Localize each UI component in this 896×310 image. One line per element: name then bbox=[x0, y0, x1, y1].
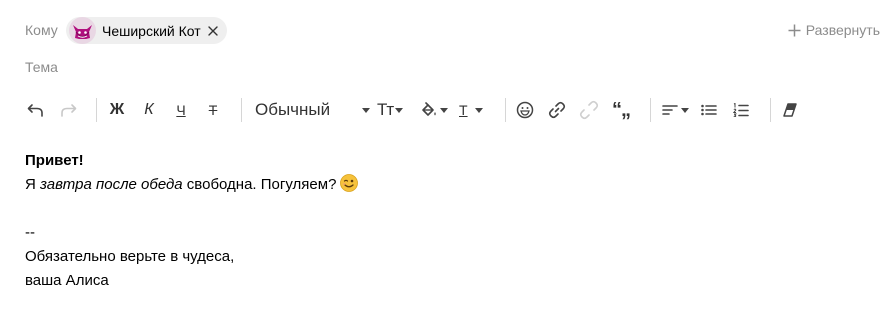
unlink-icon bbox=[579, 100, 599, 120]
paragraph-style-select[interactable]: Обычный bbox=[255, 98, 370, 122]
redo-button[interactable] bbox=[58, 98, 78, 122]
italic-button[interactable]: К bbox=[140, 98, 158, 122]
align-left-icon bbox=[662, 105, 678, 115]
empty-line bbox=[25, 197, 358, 221]
numbered-list-button[interactable] bbox=[732, 98, 750, 122]
text-color-label: Т bbox=[459, 102, 468, 118]
formatting-toolbar: Ж К Ч Т Обычный Тт Т “„ bbox=[0, 94, 896, 126]
redo-icon bbox=[61, 104, 77, 117]
insert-emoji-button[interactable] bbox=[515, 98, 535, 122]
recipient-name: Чеширский Кот bbox=[102, 22, 201, 39]
strikethrough-label: Т bbox=[208, 102, 218, 118]
to-label: Кому bbox=[25, 22, 58, 38]
body-line-suffix: свободна. Погуляем? bbox=[182, 176, 337, 193]
signature-separator: -- bbox=[25, 224, 35, 241]
bold-label: Ж bbox=[109, 101, 125, 118]
toolbar-separator bbox=[96, 98, 97, 122]
undo-button[interactable] bbox=[26, 98, 46, 122]
plus-icon bbox=[788, 24, 801, 36]
link-icon bbox=[548, 101, 566, 119]
expand-label: Развернуть bbox=[805, 22, 880, 38]
chevron-down-icon bbox=[440, 107, 448, 113]
chevron-down-icon bbox=[681, 107, 689, 113]
bulleted-list-button[interactable] bbox=[700, 98, 718, 122]
recipient-chip[interactable]: Чеширский Кот bbox=[66, 17, 227, 44]
body-line-italic: завтра после обеда bbox=[40, 176, 183, 193]
greeting-text: Привет! bbox=[25, 152, 84, 169]
greeting-line: Привет! bbox=[25, 149, 358, 173]
alignment-button[interactable] bbox=[662, 98, 690, 122]
signature-name: ваша Алиса bbox=[25, 272, 109, 289]
body-line: Я завтра после обеда свободна. Погуляем? bbox=[25, 173, 359, 197]
toolbar-separator bbox=[770, 98, 771, 122]
numbered-list-icon bbox=[733, 103, 749, 117]
expand-recipients-button[interactable]: Развернуть bbox=[788, 22, 880, 38]
bulleted-list-icon bbox=[701, 104, 717, 116]
emoji-icon bbox=[516, 101, 534, 119]
body-line-prefix: Я bbox=[25, 176, 40, 193]
cheshire-cat-avatar-icon bbox=[69, 17, 96, 44]
paragraph-style-value: Обычный bbox=[255, 100, 331, 119]
italic-label: К bbox=[144, 101, 154, 118]
chevron-down-icon bbox=[474, 107, 483, 113]
quote-button[interactable]: “„ bbox=[609, 98, 633, 122]
chevron-down-icon bbox=[362, 108, 370, 113]
close-icon[interactable] bbox=[207, 25, 219, 37]
strikethrough-button[interactable]: Т bbox=[204, 98, 222, 122]
toolbar-separator bbox=[241, 98, 242, 122]
eraser-icon bbox=[783, 103, 797, 117]
remove-link-button[interactable] bbox=[579, 98, 599, 122]
undo-icon bbox=[27, 104, 43, 117]
underline-button[interactable]: Ч bbox=[172, 98, 190, 122]
chevron-down-icon bbox=[395, 107, 404, 113]
font-size-button[interactable]: Тт bbox=[377, 98, 409, 122]
winking-face-emoji bbox=[340, 174, 359, 192]
recipients-row: Кому Чеширский Кот Развернуть Тема bbox=[0, 0, 896, 75]
clear-formatting-button[interactable] bbox=[781, 98, 799, 122]
quote-label: “„ bbox=[612, 99, 631, 121]
message-body[interactable]: Привет! Я завтра после обеда свободна. П… bbox=[25, 149, 359, 293]
text-color-button[interactable]: Т bbox=[459, 98, 489, 122]
underline-label: Ч bbox=[176, 102, 186, 118]
font-size-label: Тт bbox=[377, 100, 394, 119]
bold-button[interactable]: Ж bbox=[108, 98, 126, 122]
highlight-color-button[interactable] bbox=[420, 98, 450, 122]
insert-link-button[interactable] bbox=[547, 98, 567, 122]
paint-bucket-icon bbox=[422, 102, 436, 116]
signature-line: Обязательно верьте в чудеса, bbox=[25, 248, 235, 265]
subject-label[interactable]: Тема bbox=[25, 59, 58, 75]
toolbar-separator bbox=[505, 98, 506, 122]
toolbar-separator bbox=[650, 98, 651, 122]
